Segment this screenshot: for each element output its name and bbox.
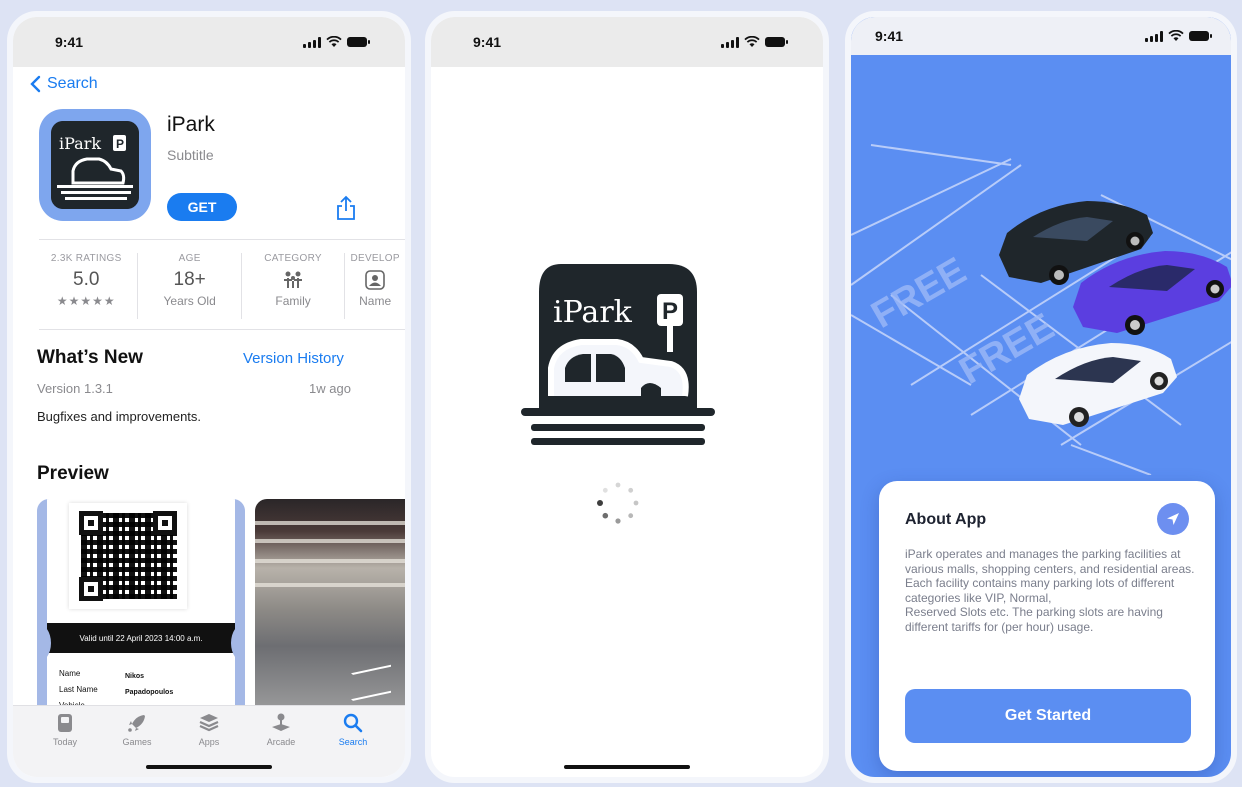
status-bar: 9:41 — [431, 17, 823, 67]
stat-label: AGE — [178, 253, 201, 264]
tab-label: Today — [52, 737, 78, 747]
car-white — [1019, 343, 1177, 427]
app-icon: iPark P — [39, 109, 151, 221]
battery-icon — [1189, 31, 1212, 41]
divider — [39, 329, 405, 330]
app-subtitle: Subtitle — [167, 147, 214, 163]
qr-code — [69, 503, 187, 609]
wifi-icon — [744, 36, 760, 47]
get-button[interactable]: GET — [167, 193, 237, 221]
battery-icon — [765, 37, 788, 47]
home-indicator[interactable] — [564, 765, 690, 769]
stat-label: CATEGORY — [264, 253, 322, 264]
back-button[interactable]: Search — [29, 75, 98, 93]
divider — [39, 239, 405, 240]
ticket-value: Nikos — [125, 673, 145, 680]
tab-label: Arcade — [266, 737, 296, 747]
stat-value: 5.0 — [73, 269, 100, 290]
rating-stars: ★★★★★ — [56, 294, 116, 308]
preview-heading: Preview — [37, 463, 109, 484]
stack-icon — [199, 714, 219, 732]
ticket-label: Name — [59, 669, 81, 678]
chevron-left-icon — [30, 75, 41, 93]
ipark-logo-icon: iPark P — [51, 121, 139, 209]
chevron-up-icon — [351, 664, 391, 686]
ticket-validity: Valid until 22 April 2023 14:00 a.m. — [47, 623, 235, 653]
about-title: About App — [905, 511, 987, 528]
logo-text-small: iPark — [59, 134, 101, 153]
release-age: 1w ago — [309, 381, 351, 396]
wifi-icon — [326, 36, 342, 47]
preview-screenshot-garage[interactable] — [255, 499, 405, 729]
signal-icon — [303, 36, 321, 48]
version-history-link[interactable]: Version History — [243, 350, 344, 367]
app-store-screen: 9:41 Search iPark P iPark Subtitle GET 2… — [7, 11, 411, 783]
wifi-icon — [1168, 30, 1184, 41]
version-label: Version 1.3.1 — [37, 381, 113, 396]
onboarding-screen: 9:41 FREE FREE About App iPark operates … — [845, 11, 1237, 783]
tab-label: Apps — [198, 737, 220, 747]
search-icon — [343, 713, 363, 733]
release-notes: Bugfixes and improvements. — [37, 409, 202, 424]
stat-sub: Family — [275, 294, 311, 308]
parking-lot-illustration: FREE FREE — [851, 144, 1231, 475]
logo-badge-small: P — [116, 137, 124, 151]
signal-icon — [1145, 30, 1163, 42]
stat-sub: Name — [359, 294, 392, 308]
stat-category[interactable]: CATEGORY Family — [242, 253, 346, 319]
tab-label: Search — [338, 737, 368, 747]
app-name: iPark — [167, 113, 215, 136]
back-label: Search — [47, 75, 98, 92]
logo-badge: P — [662, 298, 678, 325]
whats-new-heading: What’s New — [37, 347, 143, 368]
status-time: 9:41 — [875, 28, 904, 44]
about-description: iPark operates and manages the parking f… — [905, 547, 1195, 634]
status-bar: 9:41 — [851, 17, 1231, 55]
ipark-logo-icon: iPark P — [521, 264, 715, 445]
ticket-value: Papadopoulos — [125, 689, 174, 696]
stat-label: 2.3K RATINGS — [50, 253, 122, 264]
get-started-button[interactable]: Get Started — [905, 689, 1191, 743]
tab-search[interactable]: Search — [323, 712, 383, 777]
stat-age[interactable]: AGE 18+ Years Old — [138, 253, 242, 319]
parking-ticket: Valid until 22 April 2023 14:00 a.m. Nam… — [47, 499, 235, 729]
stat-ratings[interactable]: 2.3K RATINGS 5.0 ★★★★★ — [35, 253, 139, 319]
loading-spinner-icon — [597, 482, 639, 524]
about-card: About App iPark operates and manages the… — [879, 481, 1215, 771]
tab-label: Games — [122, 737, 152, 747]
logo-text: iPark — [553, 295, 633, 330]
rocket-icon — [128, 715, 145, 732]
status-bar: 9:41 — [13, 17, 405, 67]
ticket-label: Last Name — [59, 685, 98, 694]
home-indicator[interactable] — [146, 765, 272, 769]
stat-sub: Years Old — [163, 294, 216, 308]
navigation-arrow-icon[interactable] — [1157, 503, 1189, 535]
today-icon — [58, 714, 72, 732]
preview-screenshot-ticket[interactable]: Valid until 22 April 2023 14:00 a.m. Nam… — [37, 499, 245, 729]
family-icon — [284, 271, 303, 288]
battery-icon — [347, 37, 370, 47]
status-time: 9:41 — [473, 34, 502, 50]
signal-icon — [721, 36, 739, 48]
splash-screen: 9:41 iPark P — [425, 11, 829, 783]
info-stats: 2.3K RATINGS 5.0 ★★★★★ AGE 18+ Years Old… — [35, 253, 405, 319]
stat-developer[interactable]: DEVELOP Name — [345, 253, 405, 319]
stat-label: DEVELOP — [350, 253, 400, 264]
tab-today[interactable]: Today — [35, 712, 95, 777]
status-time: 9:41 — [55, 34, 84, 50]
person-icon — [365, 270, 385, 290]
stat-value: 18+ — [173, 269, 206, 290]
joystick-icon — [272, 713, 290, 731]
share-icon[interactable] — [335, 195, 357, 221]
